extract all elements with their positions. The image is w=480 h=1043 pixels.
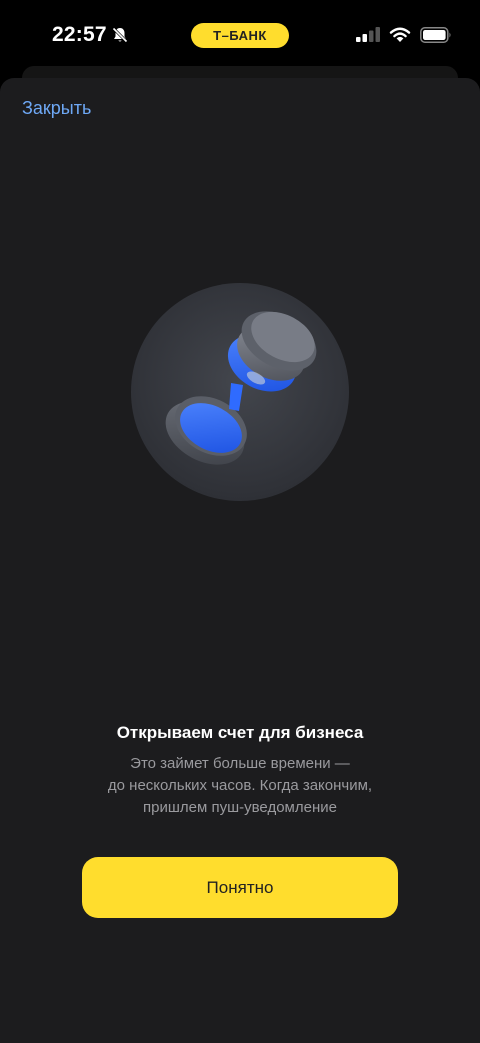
bottom-sheet: Закрыть Открываем счет для бизнеса Это з… xyxy=(0,78,480,1043)
signal-icon xyxy=(356,27,380,43)
wifi-icon xyxy=(389,27,411,43)
got-it-button[interactable]: Понятно xyxy=(82,857,398,918)
sheet-subtitle: Это займет больше времени — до нескольки… xyxy=(60,753,420,819)
close-button[interactable]: Закрыть xyxy=(22,98,91,119)
carrier-badge: Т–БАНК xyxy=(191,23,289,48)
time-group: 22:57 xyxy=(52,23,129,47)
status-bar: 22:57 Т–БАНК xyxy=(0,0,480,70)
sheet-title: Открываем счет для бизнеса xyxy=(116,723,364,742)
status-icons xyxy=(356,27,452,43)
subtitle-line: Это займет больше времени — xyxy=(130,755,350,772)
subtitle-line: до нескольких часов. Когда закончим, xyxy=(107,777,373,794)
clock-time: 22:57 xyxy=(52,23,107,46)
battery-icon xyxy=(420,27,452,43)
hourglass-icon xyxy=(131,283,349,501)
bell-slash-icon xyxy=(111,26,129,44)
subtitle-line: пришлем пуш-уведомление xyxy=(143,799,337,816)
